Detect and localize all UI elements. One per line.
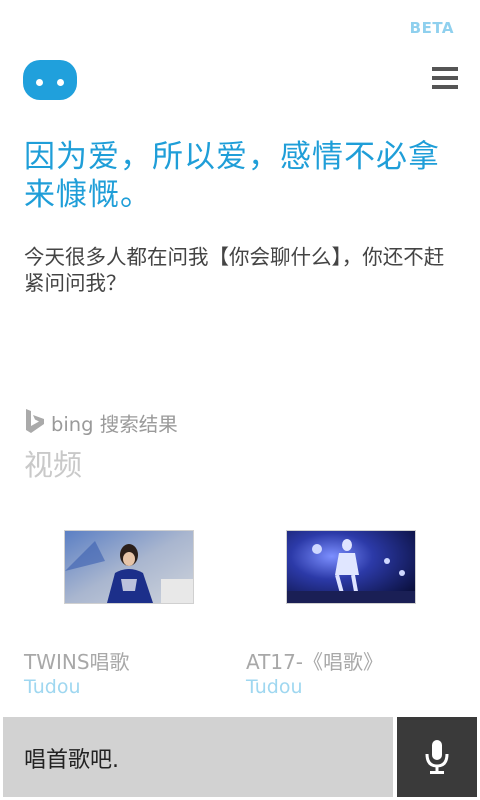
- cortana-screen: BETA 因为爱，所以爱，感情不必拿来慷慨。 今天很多人都在问我【你会聊什么】，…: [0, 0, 480, 800]
- cortana-logo-icon: [23, 60, 77, 100]
- bing-logo-icon: [26, 409, 44, 433]
- video-title[interactable]: TWINS唱歌: [24, 646, 130, 675]
- video-source-link[interactable]: Tudou: [246, 676, 303, 698]
- response-headline: 因为爱，所以爱，感情不必拿来慷慨。: [24, 139, 440, 213]
- query-input-box[interactable]: 唱首歌吧.: [3, 717, 393, 797]
- microphone-button[interactable]: [397, 717, 477, 797]
- video-source-link[interactable]: Tudou: [24, 676, 81, 698]
- videos-section-title: 视频: [24, 448, 83, 482]
- bing-results-label: bing 搜索结果: [51, 413, 178, 436]
- beta-badge: BETA: [409, 19, 454, 37]
- query-text[interactable]: 唱首歌吧.: [24, 742, 119, 774]
- video-result-2[interactable]: AT17-《唱歌》 Tudou: [246, 530, 446, 705]
- logo-eye-right: [57, 79, 64, 86]
- video-result-1[interactable]: TWINS唱歌 Tudou: [24, 530, 224, 705]
- hamburger-menu-icon[interactable]: [430, 65, 460, 93]
- logo-eye-left: [36, 79, 43, 86]
- microphone-icon: [425, 740, 449, 774]
- video-thumbnail[interactable]: [64, 530, 194, 604]
- video-thumbnail[interactable]: [286, 530, 416, 604]
- response-body: 今天很多人都在问我【你会聊什么】，你还不赶紧问问我？: [24, 245, 445, 295]
- video-title[interactable]: AT17-《唱歌》: [246, 646, 383, 675]
